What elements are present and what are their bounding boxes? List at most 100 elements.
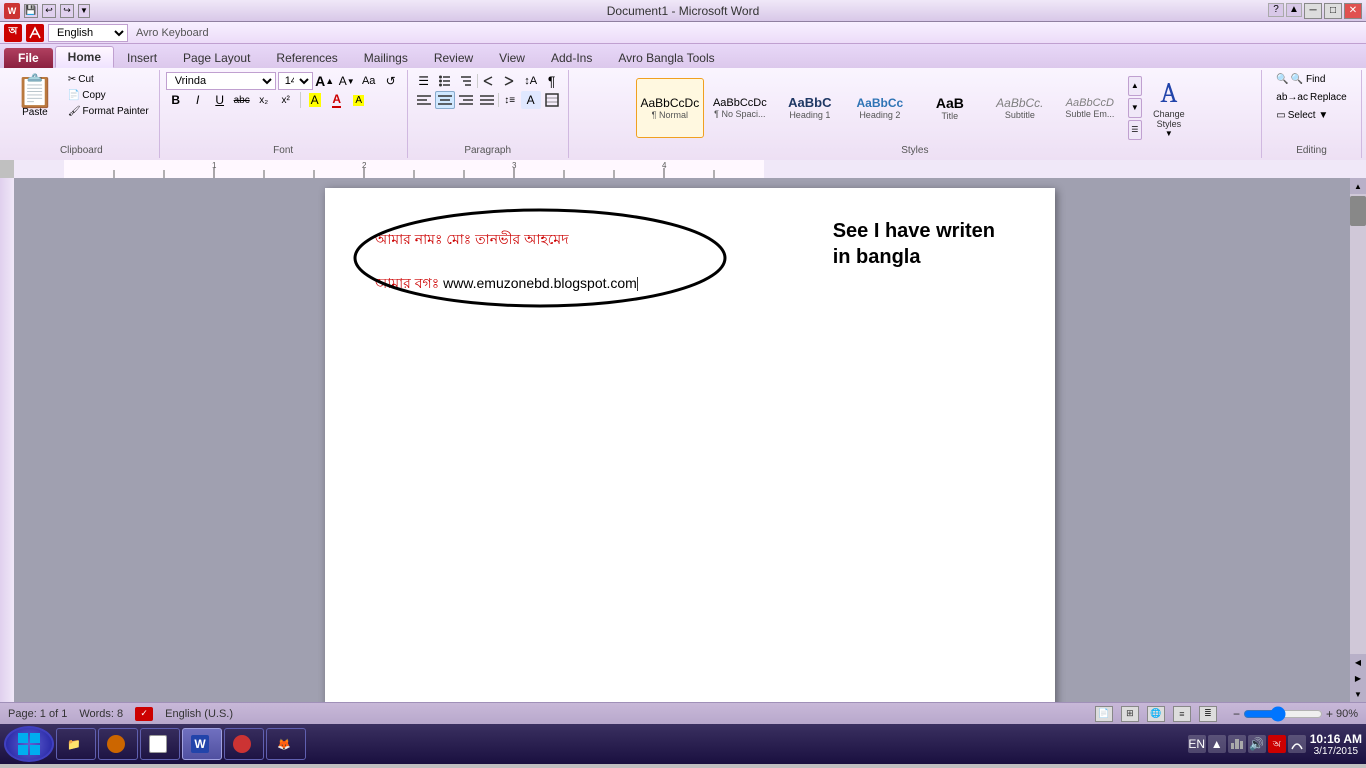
format-painter-button[interactable]: 🖌 Format Painter [64,104,153,119]
style-no-spacing[interactable]: AaBbCcDc ¶ No Spaci... [706,78,774,138]
clear-formatting-btn[interactable]: ↺ [381,72,401,90]
editing-group: 🔍 🔍 Find ab→ac Replace ▭ Select ▼ Editin… [1262,70,1362,158]
superscript-button[interactable]: x² [276,91,296,109]
minimize-btn[interactable]: ─ [1304,3,1322,19]
expand-tray-btn[interactable]: ▲ [1208,735,1226,753]
volume-icon[interactable]: 🔊 [1248,735,1266,753]
style-subtle-em[interactable]: AaBbCcD Subtle Em... [1056,78,1124,138]
content-wrapper: আমার নামঃ মোঃ তানভীর আহমেদ আমার বগঃ www.… [0,178,1366,702]
prev-page-btn[interactable]: ◀ [1350,654,1366,670]
paste-button[interactable]: 📋 Paste [10,72,60,121]
taskbar-app5[interactable] [224,728,264,760]
taskbar-files[interactable]: 📁 [56,728,96,760]
view-draft-btn[interactable]: ≣ [1199,706,1217,722]
spell-check-icon[interactable]: ✓ [135,707,153,721]
style-heading2[interactable]: AaBbCc Heading 2 [846,78,914,138]
select-button[interactable]: ▭ Select ▼ [1272,108,1350,123]
strikethrough-button[interactable]: abc [232,91,252,109]
align-right-btn[interactable] [456,91,476,109]
zoom-in-btn[interactable]: + [1326,707,1333,721]
styles-scroll-up[interactable]: ▲ [1128,76,1142,96]
style-title[interactable]: AaB Title [916,78,984,138]
view-outline-btn[interactable]: ≡ [1173,706,1191,722]
change-case-btn[interactable]: Aa [359,72,379,90]
view-fullscreen-btn[interactable]: ⊞ [1121,706,1139,722]
align-center-btn[interactable] [435,91,455,109]
align-left-btn[interactable] [414,91,434,109]
lang-icon[interactable]: EN [1188,735,1206,753]
multilevel-list-btn[interactable] [456,72,476,90]
view-web-btn[interactable]: 🌐 [1147,706,1165,722]
style-normal-label: ¶ Normal [652,110,688,120]
tab-avro-bangla-tools[interactable]: Avro Bangla Tools [605,47,727,68]
maximize-btn[interactable]: □ [1324,3,1342,19]
numbered-list-btn[interactable] [435,72,455,90]
italic-button[interactable]: I [188,91,208,109]
highlight-color-btn[interactable]: A [349,91,369,109]
ribbon-collapse-btn[interactable]: ▲ [1286,3,1302,17]
grow-font-btn[interactable]: A▲ [315,72,335,90]
copy-button[interactable]: 📄 Copy [64,88,153,103]
taskbar: 📁 W 🦊 EN ▲ 🔊 অ 10:16 AM 3/17/2015 [0,724,1366,764]
document-page[interactable]: আমার নামঃ মোঃ তানভীর আহমেদ আমার বগঃ www.… [325,188,1055,702]
language-selector[interactable]: English বাংলা [48,24,128,42]
save-quick-btn[interactable]: 💾 [24,4,38,18]
tab-review[interactable]: Review [421,47,486,68]
styles-scroll-down[interactable]: ▼ [1128,98,1142,118]
font-family-select[interactable]: Vrinda Times New Roman Arial [166,72,276,90]
justify-btn[interactable] [477,91,497,109]
scroll-thumb[interactable] [1350,196,1366,226]
taskbar-word[interactable]: W [182,728,222,760]
styles-more[interactable]: ☰ [1128,120,1142,140]
zoom-out-btn[interactable]: − [1233,707,1240,721]
start-button[interactable] [4,726,54,762]
taskbar-app3[interactable] [140,728,180,760]
font-size-select[interactable]: 14 10 12 16 [278,72,313,90]
border-btn[interactable] [542,91,562,109]
line-spacing-btn[interactable]: ↕≡ [500,91,520,109]
cut-button[interactable]: ✂ Cut [64,72,153,87]
qa-more-btn[interactable]: ▼ [78,4,90,18]
style-subtitle[interactable]: AaBbCc. Subtitle [986,78,1054,138]
increase-indent-btn[interactable] [500,72,520,90]
undo-quick-btn[interactable]: ↩ [42,4,56,18]
tab-page-layout[interactable]: Page Layout [170,47,263,68]
svg-text:4: 4 [662,161,667,170]
tab-add-ins[interactable]: Add-Ins [538,47,605,68]
scroll-up-btn[interactable]: ▲ [1350,178,1366,194]
editing-label: Editing [1296,145,1327,156]
shading-btn[interactable]: A [521,91,541,109]
text-highlight-btn[interactable]: A [305,91,325,109]
redo-quick-btn[interactable]: ↪ [60,4,74,18]
zoom-slider[interactable] [1243,709,1323,719]
underline-button[interactable]: U [210,91,230,109]
style-normal[interactable]: AaBbCcDc ¶ Normal [636,78,704,138]
replace-button[interactable]: ab→ac Replace [1272,90,1350,105]
tab-insert[interactable]: Insert [114,47,170,68]
subscript-button[interactable]: x₂ [254,91,274,109]
next-page-btn[interactable]: ▶ [1350,670,1366,686]
page-background: আমার নামঃ মোঃ তানভীর আহমেদ আমার বগঃ www.… [14,178,1366,702]
tab-file[interactable]: File [4,48,53,68]
show-hide-btn[interactable]: ¶ [542,72,562,90]
taskbar-app2[interactable] [98,728,138,760]
taskbar-firefox[interactable]: 🦊 [266,728,306,760]
bold-button[interactable]: B [166,91,186,109]
find-button[interactable]: 🔍 🔍 Find [1272,72,1350,87]
view-print-btn[interactable]: 📄 [1095,706,1113,722]
close-btn[interactable]: ✕ [1344,3,1362,19]
font-color-btn[interactable]: A [327,91,347,109]
shrink-font-btn[interactable]: A▼ [337,72,357,90]
scroll-down-btn[interactable]: ▼ [1350,686,1366,702]
tab-references[interactable]: References [263,47,350,68]
tab-view[interactable]: View [486,47,538,68]
zoom-control: − + 90% [1233,707,1358,721]
tab-mailings[interactable]: Mailings [351,47,421,68]
sort-btn[interactable]: ↕A [521,72,541,90]
help-btn[interactable]: ? [1268,3,1284,17]
bullet-list-btn[interactable]: ☰ [414,72,434,90]
change-styles-button[interactable]: A ChangeStyles ▼ [1144,74,1194,141]
tab-home[interactable]: Home [55,46,114,68]
decrease-indent-btn[interactable] [479,72,499,90]
style-heading1[interactable]: AaBbC Heading 1 [776,78,844,138]
